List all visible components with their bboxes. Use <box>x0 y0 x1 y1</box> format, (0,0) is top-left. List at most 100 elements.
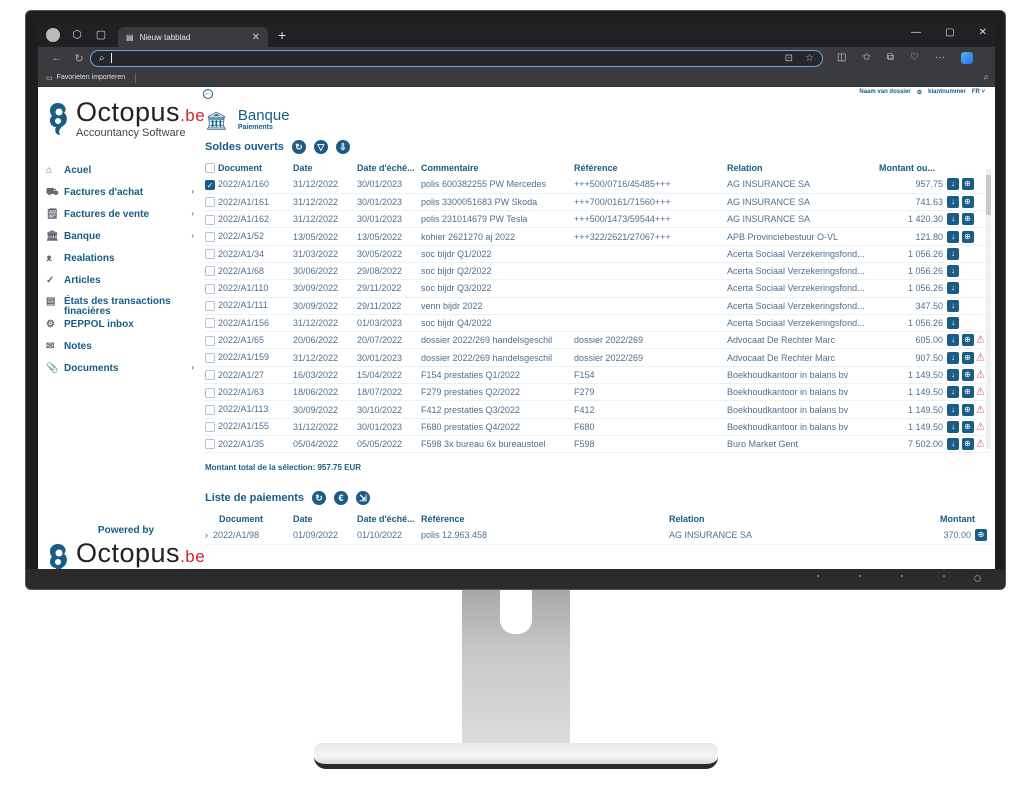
row-checkbox[interactable] <box>205 352 215 363</box>
pay-circle-icon[interactable]: ⊕ <box>961 213 974 226</box>
arrow-down-icon[interactable]: ↓ <box>947 438 959 451</box>
column-comment[interactable]: Commentaire <box>421 160 574 176</box>
table-row[interactable]: 2022/A1/156 31/12/2022 01/03/2023 soc bijdr… <box>205 314 990 333</box>
row-checkbox[interactable] <box>205 283 215 294</box>
filter-button[interactable]: ▽ <box>313 140 328 154</box>
import-favorites-link[interactable]: Favorieten importeren <box>57 74 125 81</box>
column-document[interactable]: Document <box>205 511 293 527</box>
column-relation[interactable]: Relation <box>669 511 909 527</box>
column-document[interactable]: Document <box>205 160 293 176</box>
pay-circle-icon[interactable]: ⊕ <box>961 420 974 433</box>
row-checkbox[interactable] <box>205 439 215 450</box>
dossier-name[interactable]: Naam van dossier <box>859 89 910 96</box>
sidebar-item-documents[interactable]: 📎 Documents › <box>46 363 196 385</box>
maximize-icon[interactable]: ▢ <box>945 27 954 38</box>
pay-circle-icon[interactable]: ⊕ <box>961 334 974 347</box>
row-checkbox[interactable] <box>205 301 215 312</box>
arrow-down-icon[interactable]: ↓ <box>947 334 959 347</box>
expand-chevron-icon[interactable]: › <box>205 530 208 540</box>
table-scrollbar[interactable] <box>986 169 991 449</box>
table-row[interactable]: ✓ 2022/A1/160 31/12/2022 30/01/2023 polis 60… <box>205 176 990 194</box>
settings-icon[interactable]: ⚙ <box>917 89 922 96</box>
table-row[interactable]: 2022/A1/111 30/09/2022 29/11/2022 venn bijd… <box>205 297 990 315</box>
split-screen-icon[interactable]: ◫ <box>837 52 846 64</box>
arrow-down-icon[interactable]: ↓ <box>947 213 959 226</box>
row-checkbox[interactable] <box>205 214 215 225</box>
sidebar-item-banque[interactable]: 🏛 Banque › <box>46 231 196 253</box>
table-row[interactable]: 2022/A1/63 18/06/2022 18/07/2022 F279 prest… <box>205 383 990 402</box>
pay-circle-icon[interactable]: ⊕ <box>961 438 974 451</box>
row-checkbox[interactable] <box>205 231 215 242</box>
column-reference[interactable]: Référence <box>421 511 669 527</box>
sidebar-item-peppol-inbox[interactable]: ⚙ PEPPOL inbox <box>46 319 196 341</box>
favorites-icon[interactable]: ✩ <box>862 52 870 64</box>
table-row[interactable]: 2022/A1/65 20/06/2022 20/07/2022 dossier 20… <box>205 331 990 350</box>
row-checkbox[interactable] <box>205 422 215 433</box>
copilot-icon[interactable] <box>960 52 973 64</box>
pay-circle-icon[interactable]: ⊕ <box>961 351 974 364</box>
row-checkbox[interactable] <box>205 318 215 329</box>
table-row[interactable]: 2022/A1/52 13/05/2022 13/05/2022 kohier 262… <box>205 227 990 246</box>
pay-circle-icon[interactable]: ⊕ <box>961 368 974 381</box>
arrow-down-icon[interactable]: ↓ <box>947 420 959 433</box>
table-row[interactable]: 2022/A1/68 30/06/2022 29/08/2022 soc bijdr … <box>205 262 990 281</box>
column-reference[interactable]: Référence <box>574 160 727 176</box>
browser-tab[interactable]: ▤ Nieuw tabblad ✕ <box>118 27 268 47</box>
sidebar-item-factures-achat[interactable]: ⛟ Factures d'achat › <box>46 187 196 209</box>
pay-circle-icon[interactable]: ⊕ <box>961 403 974 416</box>
table-row[interactable]: 2022/A1/162 31/12/2022 30/01/2023 polis 231… <box>205 210 990 229</box>
column-date[interactable]: Date <box>293 511 357 527</box>
scrollbar-thumb[interactable] <box>986 175 991 215</box>
column-due-date[interactable]: Date d'éché... <box>357 511 421 527</box>
arrow-down-icon[interactable]: ↓ <box>947 247 959 260</box>
arrow-down-icon[interactable]: ↓ <box>947 317 959 330</box>
euro-button[interactable]: € <box>334 491 349 505</box>
tab-actions-icon[interactable]: ▢ <box>94 28 108 42</box>
column-date[interactable]: Date <box>293 160 357 176</box>
collapse-sidebar-icon[interactable]: ← <box>203 89 213 99</box>
refresh-button[interactable]: ↻ <box>291 140 306 154</box>
arrow-down-icon[interactable]: ↓ <box>947 230 959 243</box>
row-checkbox[interactable] <box>205 387 215 398</box>
table-row[interactable]: 2022/A1/110 30/09/2022 29/11/2022 soc bijdr… <box>205 279 990 298</box>
column-relation[interactable]: Relation <box>727 160 879 176</box>
table-row[interactable]: › 2022/A1/98 01/09/2022 01/10/2022 polis 12.… <box>205 527 990 545</box>
row-checkbox[interactable] <box>205 266 215 277</box>
arrow-down-icon[interactable]: ↓ <box>947 299 959 312</box>
close-tab-icon[interactable]: ✕ <box>252 32 260 43</box>
more-icon[interactable]: ··· <box>935 52 945 64</box>
collections-icon[interactable]: ⧉ <box>887 52 894 64</box>
arrow-down-icon[interactable]: ↓ <box>947 178 959 191</box>
language-select[interactable]: FR ˅ <box>972 89 985 96</box>
row-checkbox[interactable] <box>205 404 215 415</box>
favorite-star-icon[interactable]: ☆ <box>805 53 814 64</box>
pay-circle-icon[interactable]: ⊕ <box>961 386 974 399</box>
arrow-up-circle-icon[interactable]: ⊕ <box>975 529 987 542</box>
table-row[interactable]: 2022/A1/27 16/03/2022 15/04/2022 F154 prest… <box>205 366 990 385</box>
immersive-reader-icon[interactable]: ⊡ <box>785 53 793 64</box>
sidebar-item-relations[interactable]: ᴥ Realations <box>46 253 196 275</box>
arrow-down-icon[interactable]: ↓ <box>947 351 959 364</box>
pay-circle-icon[interactable]: ⊕ <box>961 178 974 191</box>
table-row[interactable]: 2022/A1/34 31/03/2022 30/05/2022 soc bijdr … <box>205 245 990 263</box>
performance-icon[interactable]: ♡ <box>910 52 919 64</box>
row-checkbox[interactable] <box>205 370 215 381</box>
minimize-icon[interactable]: — <box>911 27 921 38</box>
workspaces-icon[interactable]: ⬡ <box>70 28 84 42</box>
column-due-date[interactable]: Date d'éché... <box>357 160 421 176</box>
refresh-button[interactable]: ↻ <box>312 491 327 505</box>
refresh-icon[interactable]: ↻ <box>68 52 90 65</box>
select-all-checkbox[interactable] <box>205 163 215 174</box>
sidebar-item-notes[interactable]: ✉ Notes <box>46 341 196 363</box>
profile-icon[interactable] <box>46 28 60 42</box>
table-row[interactable]: 2022/A1/35 05/04/2022 05/05/2022 F598 3x bu… <box>205 435 990 454</box>
table-row[interactable]: 2022/A1/113 30/09/2022 30/10/2022 F412 pres… <box>205 400 990 419</box>
arrow-down-icon[interactable]: ↓ <box>947 265 959 278</box>
new-tab-button[interactable]: + <box>278 27 286 43</box>
arrow-down-icon[interactable]: ↓ <box>947 282 959 295</box>
column-amount[interactable]: Montant ou... <box>879 160 947 176</box>
sidebar-item-factures-vente[interactable]: 🗒 Factures de vente › <box>46 209 196 231</box>
pay-circle-icon[interactable]: ⊕ <box>961 230 974 243</box>
row-checkbox[interactable] <box>205 197 215 208</box>
row-checkbox[interactable] <box>205 249 215 260</box>
